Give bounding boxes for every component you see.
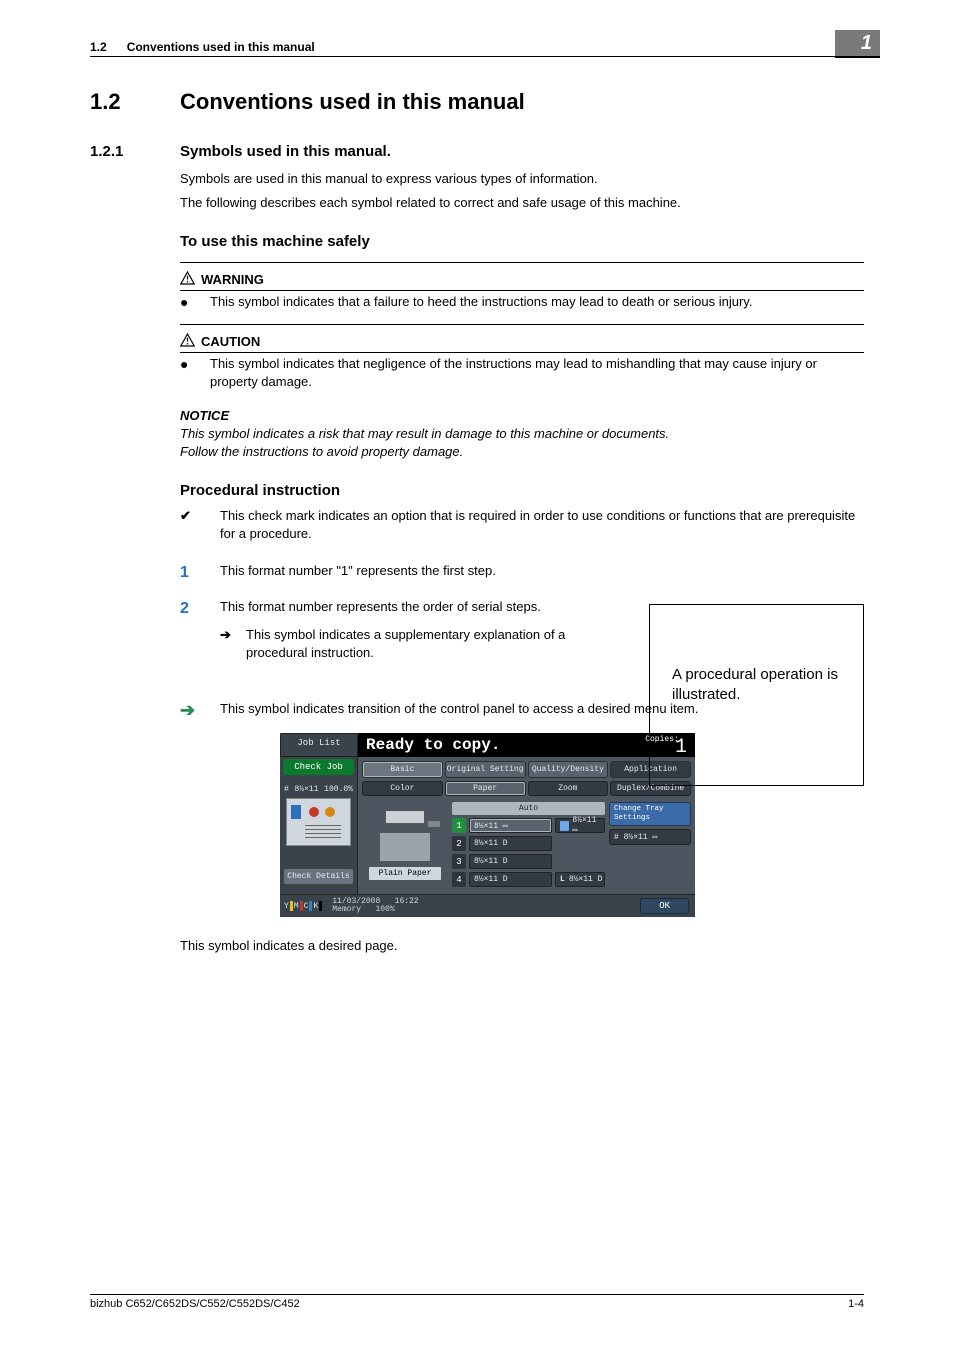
bullet-icon: ● — [180, 355, 210, 390]
panel-auto-button[interactable]: Auto — [452, 802, 605, 815]
panel-paper-type-button[interactable]: Plain Paper — [368, 866, 443, 881]
panel-job-list-tab[interactable]: Job List — [280, 733, 358, 757]
panel-subtab-zoom[interactable]: Zoom — [528, 781, 609, 796]
footer-product: bizhub C652/C652DS/C552/C552DS/C452 — [90, 1298, 300, 1310]
panel-tab-original[interactable]: Original Setting — [445, 761, 526, 778]
chapter-tab: 1 — [835, 30, 880, 58]
step-1-row: 1 This format number "1" represents the … — [180, 562, 864, 584]
panel-tab-basic[interactable]: Basic — [362, 761, 443, 778]
step-2-text: This format number represents the order … — [220, 598, 624, 620]
caution-text: This symbol indicates that negligence of… — [210, 355, 864, 390]
panel-copies-value: 1 — [675, 736, 687, 759]
menu-arrow-icon: ➔ — [180, 701, 204, 719]
panel-change-tray-button[interactable]: Change Tray Settings — [609, 802, 691, 825]
panel-tray-side[interactable]: 8½×11 ▭ — [555, 818, 605, 833]
caution-label: CAUTION — [201, 334, 260, 349]
intro-paragraph-2: The following describes each symbol rela… — [180, 194, 864, 212]
warning-icon — [180, 271, 195, 288]
panel-tray-number[interactable]: 1 — [452, 818, 466, 833]
panel-subtab-color[interactable]: Color — [362, 781, 443, 796]
section-heading-title: Conventions used in this manual — [180, 89, 525, 115]
section-heading: 1.2 Conventions used in this manual — [90, 89, 864, 115]
panel-change-size-button[interactable]: # 8½×11 ▭ — [609, 829, 691, 845]
intro-paragraph-1: Symbols are used in this manual to expre… — [180, 170, 864, 188]
subsection-heading: 1.2.1 Symbols used in this manual. — [90, 143, 864, 160]
control-panel-screenshot: Job List Ready to copy. Copies: 1 Check … — [280, 733, 695, 917]
procedural-heading: Procedural instruction — [180, 482, 864, 499]
panel-toner-levels: Y M C K — [280, 898, 326, 914]
panel-tray-side[interactable]: L8½×11 D — [555, 872, 605, 887]
sub-arrow-text: This symbol indicates a supplementary ex… — [246, 626, 624, 661]
rule — [180, 262, 864, 263]
rule — [180, 290, 864, 291]
rule — [180, 324, 864, 325]
notice-line-1: This symbol indicates a risk that may re… — [180, 425, 864, 443]
check-text: This check mark indicates an option that… — [220, 507, 864, 543]
bullet-icon: ● — [180, 293, 210, 312]
closing-paragraph: This symbol indicates a desired page. — [180, 937, 864, 955]
panel-status-message: Ready to copy. — [358, 733, 629, 757]
panel-tray-number[interactable]: 2 — [452, 836, 466, 851]
illustration-text: A procedural operation is illustrated. — [672, 666, 838, 703]
panel-subtab-paper[interactable]: Paper — [445, 781, 526, 796]
step-number-2: 2 — [180, 598, 204, 620]
panel-tab-quality[interactable]: Quality/Density — [528, 761, 609, 778]
notice-label: NOTICE — [180, 408, 864, 423]
panel-check-details-button[interactable]: Check Details — [283, 868, 354, 885]
subsection-heading-title: Symbols used in this manual. — [180, 143, 391, 160]
safely-heading: To use this machine safely — [180, 233, 864, 250]
step-number-1: 1 — [180, 562, 204, 584]
panel-preview-icon — [286, 798, 351, 846]
panel-ok-button[interactable]: OK — [640, 898, 689, 914]
running-header-num: 1.2 — [90, 40, 107, 54]
panel-tray-4[interactable]: 8½×11 D — [469, 872, 552, 887]
check-icon: ✔ — [180, 507, 204, 543]
page-footer: bizhub C652/C652DS/C552/C552DS/C452 1-4 — [90, 1294, 864, 1310]
panel-check-job-button[interactable]: Check Job — [283, 759, 354, 775]
check-row: ✔ This check mark indicates an option th… — [180, 507, 864, 543]
arrow-icon: ➔ — [220, 626, 236, 661]
warning-label: WARNING — [201, 272, 264, 287]
menu-transition-text: This symbol indicates transition of the … — [220, 701, 698, 716]
panel-copies: Copies: 1 — [629, 733, 695, 757]
caution-body: ● This symbol indicates that negligence … — [180, 355, 864, 390]
section-heading-num: 1.2 — [90, 89, 180, 115]
subsection-heading-num: 1.2.1 — [90, 143, 180, 160]
feeder-icon — [560, 821, 569, 831]
rule — [180, 352, 864, 353]
panel-tray-number[interactable]: 3 — [452, 854, 466, 869]
panel-copies-label: Copies: — [645, 735, 679, 744]
panel-tray-number[interactable]: 4 — [452, 872, 466, 887]
footer-page-number: 1-4 — [848, 1298, 864, 1310]
panel-tray-2[interactable]: 8½×11 D — [469, 836, 552, 851]
panel-mini-status: # 8½×11 100.0% — [280, 783, 357, 796]
running-header-title: Conventions used in this manual — [127, 40, 315, 54]
panel-tray-3[interactable]: 8½×11 D — [469, 854, 552, 869]
printer-icon — [373, 806, 437, 862]
caution-heading: CAUTION — [180, 333, 864, 350]
panel-tray-1[interactable]: 8½×11 ▭ — [469, 818, 552, 833]
panel-footer-info: 11/03/2008 16:22 Memory 100% — [326, 896, 640, 918]
step-1-text: This format number "1" represents the fi… — [220, 562, 864, 584]
warning-text: This symbol indicates that a failure to … — [210, 293, 752, 312]
running-header: 1.2 Conventions used in this manual — [90, 40, 864, 57]
warning-heading: WARNING — [180, 271, 864, 288]
warning-body: ● This symbol indicates that a failure t… — [180, 293, 864, 312]
notice-line-2: Follow the instructions to avoid propert… — [180, 443, 864, 461]
caution-icon — [180, 333, 195, 350]
